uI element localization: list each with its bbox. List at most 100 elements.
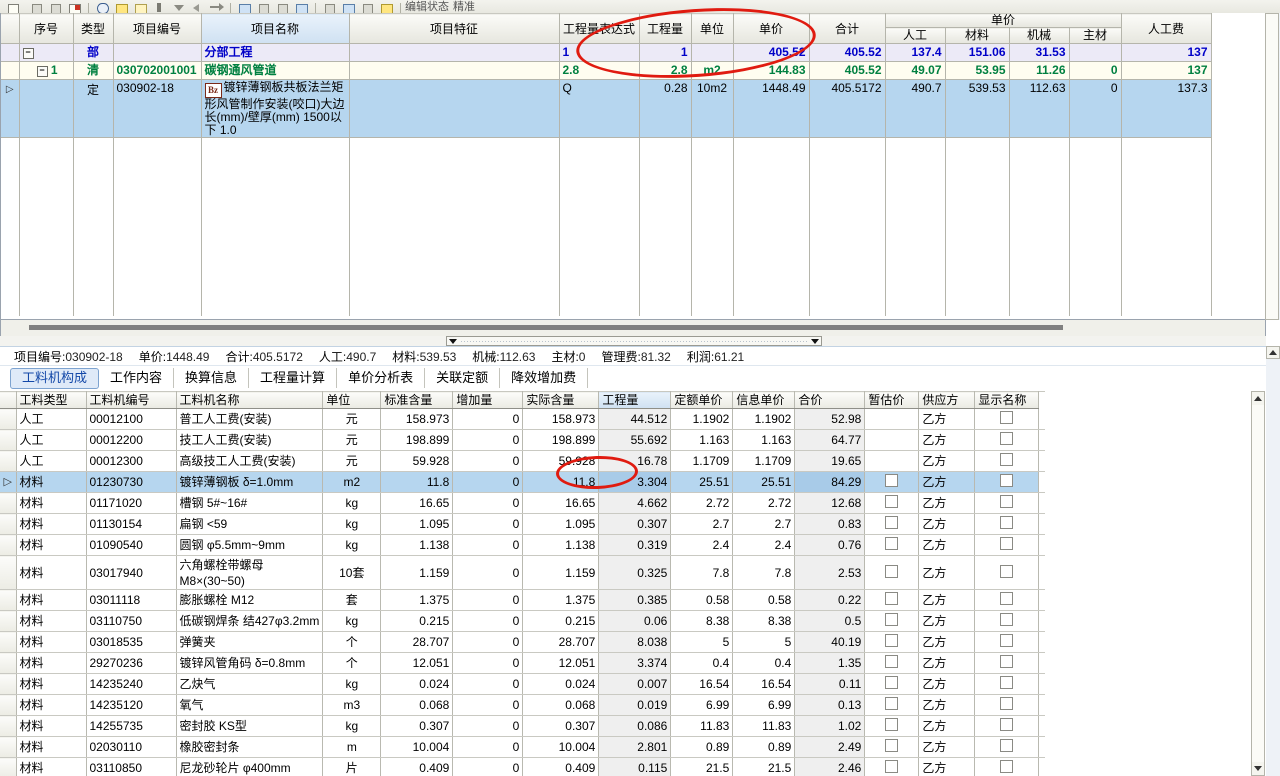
cell-labor-fee[interactable]: 137 <box>1121 43 1212 62</box>
new-icon[interactable] <box>6 1 21 13</box>
cell-material-code[interactable]: 01090540 <box>86 534 177 556</box>
splitter-collapse-left-icon[interactable] <box>449 338 457 344</box>
cell-unitprice-machine[interactable]: 31.53 <box>1009 43 1070 62</box>
cell-supplier[interactable]: 乙方 <box>918 555 976 590</box>
cell-info-unit-price[interactable]: 2.7 <box>732 513 796 535</box>
col-header-unit[interactable]: 单位 <box>691 13 734 44</box>
cell-info-unit-price[interactable]: 21.5 <box>732 757 796 776</box>
cell-actual-content[interactable]: 0.068 <box>522 694 600 716</box>
cell-standard-content[interactable]: 1.095 <box>380 513 454 535</box>
cell-material-quantity[interactable]: 3.374 <box>598 652 672 674</box>
cell-standard-content[interactable]: 1.375 <box>380 589 454 611</box>
col-header-unit-mainmat[interactable]: 主材 <box>1069 27 1122 44</box>
cell-fixed-unit-price[interactable]: 21.5 <box>670 757 734 776</box>
cell-estimated-price[interactable] <box>864 694 920 716</box>
material-row-handle[interactable] <box>0 589 17 611</box>
cell-feature[interactable] <box>349 79 560 138</box>
cell-material-quantity[interactable]: 0.115 <box>598 757 672 776</box>
row-handle-cell[interactable]: ▷ <box>1 79 20 138</box>
cell-unit-price[interactable]: 144.83 <box>733 61 810 80</box>
estimated-price-checkbox[interactable] <box>885 613 899 626</box>
cell-total[interactable]: 405.52 <box>809 43 886 62</box>
estimated-price-checkbox[interactable] <box>885 718 899 731</box>
cell-estimated-price[interactable] <box>864 534 920 556</box>
col-header-unit-labor[interactable]: 人工 <box>885 27 946 44</box>
cell-unitprice-machine[interactable]: 11.26 <box>1009 61 1070 80</box>
material-row-handle[interactable] <box>0 715 17 737</box>
cell-fixed-unit-price[interactable]: 0.89 <box>670 736 734 758</box>
cell-estimated-price[interactable] <box>864 513 920 535</box>
show-name-checkbox[interactable] <box>1000 474 1014 487</box>
cell-code[interactable]: 030902-18 <box>113 79 202 138</box>
tab-2[interactable]: 换算信息 <box>174 368 250 388</box>
cell-material-quantity[interactable]: 0.325 <box>598 555 672 590</box>
cell-material-code[interactable]: 00012100 <box>86 408 177 430</box>
vscroll-down-arrow[interactable] <box>1252 762 1264 775</box>
cell-material-code[interactable]: 00012300 <box>86 450 177 472</box>
cell-unitprice-material[interactable]: 151.06 <box>945 43 1010 62</box>
tab-0[interactable]: 工料机构成 <box>10 367 100 389</box>
cell-sum-price[interactable]: 2.53 <box>794 555 866 590</box>
replace-icon[interactable] <box>256 1 271 13</box>
cell-labor-fee[interactable]: 137.3 <box>1121 79 1212 138</box>
cell-material-code[interactable]: 14255735 <box>86 715 177 737</box>
cell-material-code[interactable]: 01171020 <box>86 492 177 514</box>
cell-seq[interactable] <box>19 79 74 138</box>
row-expander-icon[interactable]: − <box>36 66 48 77</box>
show-name-checkbox[interactable] <box>1000 516 1014 529</box>
bcol-header-name[interactable]: 工料机名称 <box>176 391 324 409</box>
show-name-checkbox[interactable] <box>1000 613 1014 626</box>
cell-fixed-unit-price[interactable]: 6.99 <box>670 694 734 716</box>
top-grid-row[interactable]: − 1 清 030702001001 碳钢通风管道 2.8 2.8 m2 144.83 405.… <box>1 61 1212 80</box>
material-row[interactable]: 材料 01171020 槽钢 5#~16# kg 16.65 0 16.65 4.662 2.7… <box>0 492 1046 514</box>
bcol-header-fixed-price[interactable]: 定额单价 <box>670 391 734 409</box>
cell-standard-content[interactable]: 12.051 <box>380 652 454 674</box>
cell-material-code[interactable]: 01230730 <box>86 471 177 493</box>
cell-added-amount[interactable]: 0 <box>452 429 524 451</box>
tab-1[interactable]: 工作内容 <box>99 368 175 388</box>
cell-sum-price[interactable]: 12.68 <box>794 492 866 514</box>
bcol-header-cat[interactable]: 工料类型 <box>16 391 87 409</box>
show-name-checkbox[interactable] <box>1000 411 1014 424</box>
cell-code[interactable]: 030702001001 <box>113 61 202 80</box>
cell-type[interactable]: 清 <box>73 61 114 80</box>
cell-material-quantity[interactable]: 44.512 <box>598 408 672 430</box>
cell-actual-content[interactable]: 28.707 <box>522 631 600 653</box>
cell-supplier[interactable]: 乙方 <box>918 610 976 632</box>
cell-supplier[interactable]: 乙方 <box>918 492 976 514</box>
cell-sum-price[interactable]: 1.35 <box>794 652 866 674</box>
cell-supplier[interactable]: 乙方 <box>918 450 976 472</box>
cell-material-quantity[interactable]: 16.78 <box>598 450 672 472</box>
material-row-handle[interactable] <box>0 408 17 430</box>
list-icon[interactable] <box>360 1 375 13</box>
bcol-header-sum-price[interactable]: 合价 <box>794 391 866 409</box>
cell-added-amount[interactable]: 0 <box>452 736 524 758</box>
hscroll-thumb[interactable] <box>29 325 1063 330</box>
cell-material-unit[interactable]: 元 <box>322 408 382 430</box>
cell-standard-content[interactable]: 0.215 <box>380 610 454 632</box>
cell-fixed-unit-price[interactable]: 2.72 <box>670 492 734 514</box>
cell-show-name[interactable] <box>974 673 1040 695</box>
tab-5[interactable]: 关联定额 <box>425 368 501 388</box>
material-row-handle[interactable] <box>0 610 17 632</box>
cell-material-quantity[interactable]: 8.038 <box>598 631 672 653</box>
show-name-checkbox[interactable] <box>1000 634 1014 647</box>
cell-material-unit[interactable]: m3 <box>322 694 382 716</box>
top-grid-row[interactable]: ▷ 定 030902-18 Bz 镀锌薄钢板共板法兰矩形风管制作安装(咬口)大边长(mm… <box>1 79 1212 138</box>
cell-show-name[interactable] <box>974 429 1040 451</box>
move-right-icon[interactable] <box>209 1 224 13</box>
cell-seq[interactable]: − <box>19 43 74 62</box>
cell-sum-price[interactable]: 0.83 <box>794 513 866 535</box>
cell-actual-content[interactable]: 0.307 <box>522 715 600 737</box>
cell-total[interactable]: 405.5172 <box>809 79 886 138</box>
bcol-header-est-price[interactable]: 暂估价 <box>864 391 920 409</box>
duplicate-icon[interactable] <box>341 1 356 13</box>
cell-unitprice-material[interactable]: 53.95 <box>945 61 1010 80</box>
tab-6[interactable]: 降效增加费 <box>500 368 589 388</box>
cell-seq[interactable]: − 1 <box>19 61 74 80</box>
cell-material-name[interactable]: 低碳钢焊条 结427φ3.2mm <box>176 610 324 632</box>
cell-standard-content[interactable]: 10.004 <box>380 736 454 758</box>
cell-supplier[interactable]: 乙方 <box>918 715 976 737</box>
cell-estimated-price[interactable] <box>864 736 920 758</box>
cell-sum-price[interactable]: 0.5 <box>794 610 866 632</box>
